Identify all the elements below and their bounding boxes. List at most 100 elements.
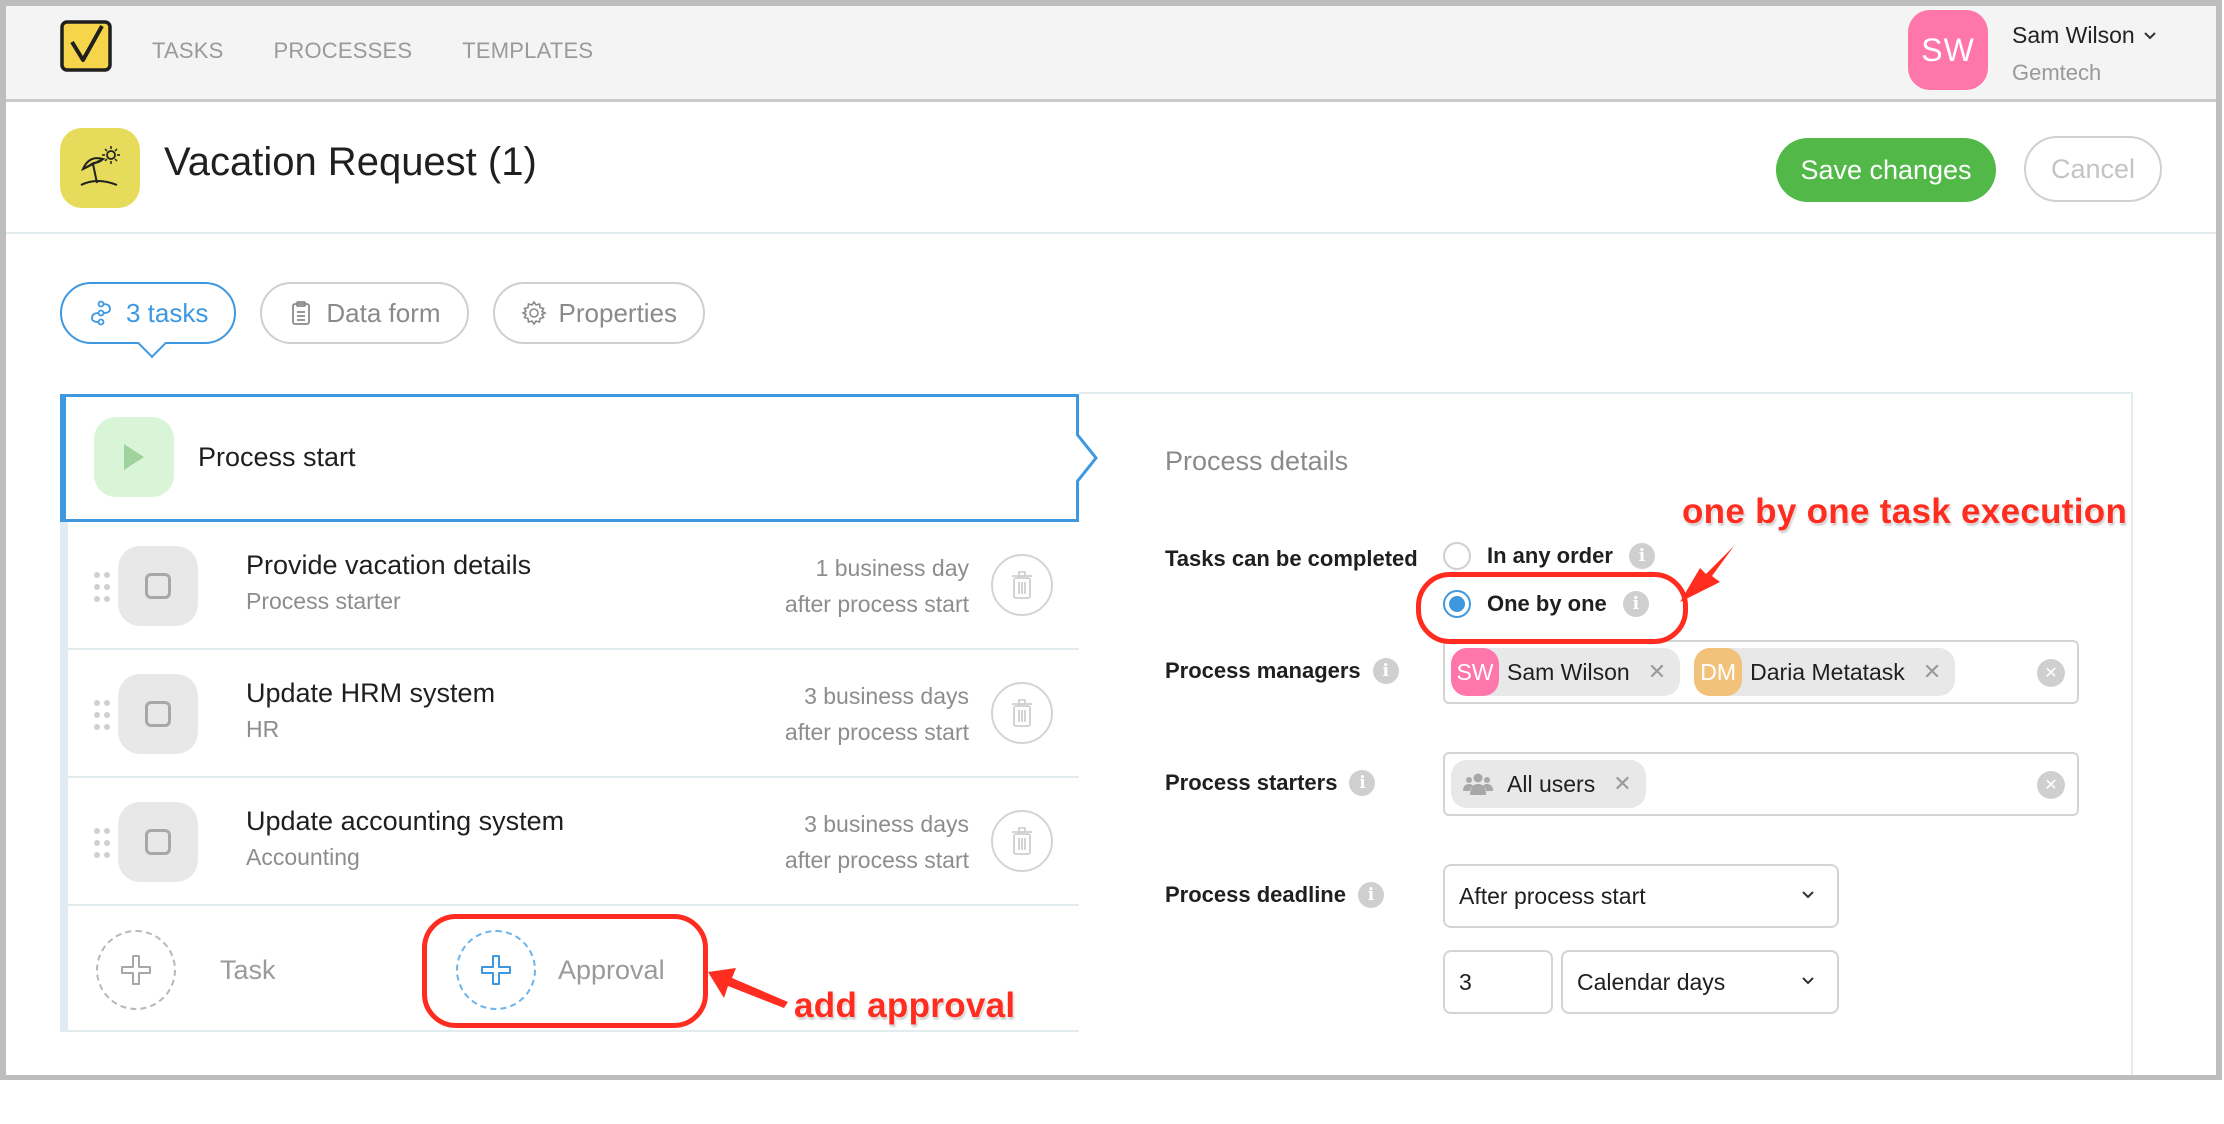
radio-in-any-order[interactable]: In any order i bbox=[1443, 542, 1655, 570]
starter-chip: All users ✕ bbox=[1451, 760, 1646, 808]
task-row[interactable]: Update accounting system Accounting 3 bu… bbox=[68, 778, 1079, 906]
nav-templates[interactable]: TEMPLATES bbox=[462, 38, 593, 64]
add-task-circle bbox=[96, 930, 176, 1010]
task-due-amount: 3 business days bbox=[804, 811, 969, 837]
chevron-down-icon bbox=[1802, 977, 1814, 985]
user-menu[interactable]: Sam Wilson bbox=[2012, 22, 2157, 49]
annotation-add-approval-text: add approval bbox=[794, 986, 1016, 1025]
plus-icon bbox=[481, 955, 511, 985]
process-managers-input[interactable]: SW Sam Wilson ✕ DM Daria Metatask ✕ ✕ bbox=[1443, 640, 2079, 704]
info-icon[interactable]: i bbox=[1357, 882, 1384, 908]
info-icon[interactable]: i bbox=[1372, 658, 1399, 684]
add-approval-label: Approval bbox=[558, 954, 665, 985]
add-approval-button[interactable]: Approval bbox=[456, 930, 665, 1010]
nav-processes[interactable]: PROCESSES bbox=[274, 38, 413, 64]
task-title: Update accounting system bbox=[246, 806, 565, 836]
manager-chip: DM Daria Metatask ✕ bbox=[1694, 648, 1956, 696]
task-assignee: Accounting bbox=[246, 844, 360, 870]
starter-name: All users bbox=[1507, 770, 1596, 797]
process-start-row[interactable]: Process start bbox=[60, 394, 1098, 522]
user-avatar[interactable]: SW bbox=[1908, 10, 1988, 90]
tab-properties[interactable]: Properties bbox=[492, 282, 706, 344]
task-row[interactable]: Update HRM system HR 3 business days aft… bbox=[68, 650, 1079, 778]
task-due-relative: after process start bbox=[784, 591, 969, 617]
task-title: Provide vacation details bbox=[246, 550, 532, 580]
template-tabs: 3 tasks Data form Properties bbox=[60, 282, 706, 344]
task-due: 3 business days after process start bbox=[785, 806, 969, 878]
annotation-one-by-one-text: one by one task execution bbox=[1682, 492, 2128, 531]
drag-handle-icon[interactable] bbox=[92, 826, 112, 860]
task-due-relative: after process start bbox=[784, 719, 969, 745]
task-row[interactable]: Provide vacation details Process starter… bbox=[68, 522, 1079, 650]
trash-icon bbox=[1012, 571, 1032, 599]
completion-label-text: Tasks can be completed bbox=[1165, 546, 1418, 571]
deadline-label: Process deadline i bbox=[1165, 882, 1384, 908]
radio-one-by-one[interactable]: One by one i bbox=[1443, 590, 1649, 618]
process-starters-input[interactable]: All users ✕ ✕ bbox=[1443, 752, 2079, 816]
clipboard-icon bbox=[292, 301, 311, 325]
beach-umbrella-icon bbox=[80, 146, 120, 186]
deadline-type-select[interactable]: After process start bbox=[1443, 864, 1839, 928]
screenshot-frame: TASKS PROCESSES TEMPLATES SW Sam Wilson … bbox=[0, 0, 2222, 1080]
task-checkbox-icon bbox=[118, 546, 198, 626]
page-title: Vacation Request (1) bbox=[164, 140, 537, 184]
plus-icon bbox=[121, 955, 151, 985]
tab-data-form[interactable]: Data form bbox=[260, 282, 469, 344]
save-changes-button[interactable]: Save changes bbox=[1776, 138, 1996, 202]
user-organization: Gemtech bbox=[2012, 60, 2102, 85]
remove-chip-icon[interactable]: ✕ bbox=[1648, 659, 1666, 685]
drag-handle-icon[interactable] bbox=[92, 698, 112, 732]
task-checkbox-icon bbox=[118, 674, 198, 754]
clear-all-icon[interactable]: ✕ bbox=[2037, 771, 2065, 799]
tasks-flow-icon bbox=[91, 300, 111, 326]
task-due: 1 business day after process start bbox=[785, 550, 969, 622]
task-due-amount: 3 business days bbox=[804, 683, 969, 709]
user-name: Sam Wilson bbox=[2012, 22, 2135, 48]
task-assignee: HR bbox=[246, 716, 280, 742]
radio-button[interactable] bbox=[1443, 542, 1471, 570]
info-icon[interactable]: i bbox=[1628, 543, 1655, 569]
deadline-amount-input[interactable]: 3 bbox=[1443, 950, 1553, 1014]
details-title: Process details bbox=[1165, 446, 1349, 476]
add-task-label: Task bbox=[220, 954, 276, 985]
info-icon[interactable]: i bbox=[1349, 770, 1376, 796]
users-group-icon bbox=[1463, 773, 1493, 795]
deadline-unit-value: Calendar days bbox=[1577, 968, 1726, 995]
task-list: Process start Provide vacation details P… bbox=[60, 394, 1098, 1032]
task-due-amount: 1 business day bbox=[815, 555, 969, 581]
radio-button-checked[interactable] bbox=[1443, 590, 1471, 618]
tab-tasks-label: 3 tasks bbox=[126, 297, 209, 328]
radio-label: In any order bbox=[1487, 543, 1613, 568]
drag-handle-icon[interactable] bbox=[92, 570, 112, 604]
add-task-button[interactable]: Task bbox=[96, 930, 276, 1010]
app-logo-checkbox-icon[interactable] bbox=[60, 20, 112, 72]
clear-all-icon[interactable]: ✕ bbox=[2037, 659, 2065, 687]
main-nav: TASKS PROCESSES TEMPLATES bbox=[152, 38, 643, 64]
delete-task-button[interactable] bbox=[991, 682, 1053, 744]
tab-properties-label: Properties bbox=[558, 297, 678, 328]
deadline-type-value: After process start bbox=[1459, 882, 1646, 909]
cancel-button[interactable]: Cancel bbox=[2024, 136, 2162, 202]
manager-avatar: SW bbox=[1451, 648, 1499, 696]
info-icon[interactable]: i bbox=[1622, 591, 1649, 617]
completion-label: Tasks can be completed bbox=[1165, 546, 1418, 572]
nav-tasks[interactable]: TASKS bbox=[152, 38, 224, 64]
trash-icon bbox=[1012, 699, 1032, 727]
task-assignee: Process starter bbox=[246, 588, 401, 614]
starters-label-text: Process starters bbox=[1165, 770, 1338, 795]
process-icon[interactable] bbox=[60, 128, 140, 208]
delete-task-button[interactable] bbox=[991, 810, 1053, 872]
chevron-down-icon bbox=[2143, 31, 2156, 39]
manager-avatar: DM bbox=[1694, 648, 1743, 696]
manager-name: Daria Metatask bbox=[1750, 658, 1905, 685]
task-checkbox-icon bbox=[118, 802, 198, 882]
delete-task-button[interactable] bbox=[991, 554, 1053, 616]
manager-chip: SW Sam Wilson ✕ bbox=[1451, 648, 1681, 696]
process-start-label: Process start bbox=[198, 442, 356, 472]
remove-chip-icon[interactable]: ✕ bbox=[1613, 771, 1631, 797]
tab-tasks[interactable]: 3 tasks bbox=[60, 282, 237, 344]
chevron-down-icon bbox=[1802, 891, 1814, 899]
gear-icon bbox=[520, 300, 547, 326]
deadline-unit-select[interactable]: Calendar days bbox=[1561, 950, 1839, 1014]
remove-chip-icon[interactable]: ✕ bbox=[1923, 659, 1941, 685]
